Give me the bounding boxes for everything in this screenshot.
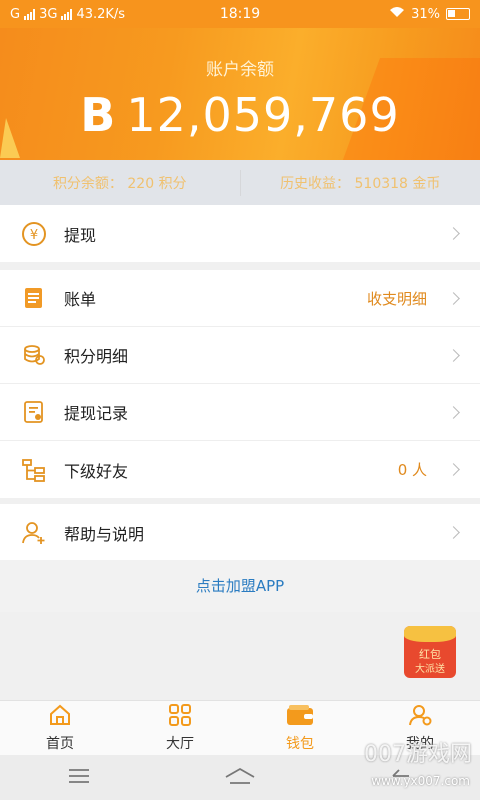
battery-percent: 31% xyxy=(411,6,440,22)
points-balance: 积分余额： 220 积分 xyxy=(0,173,240,193)
carrier-label: G xyxy=(10,6,21,22)
bill-icon xyxy=(20,284,48,312)
chevron-right-icon xyxy=(447,291,460,305)
network-speed: 43.2K/s xyxy=(76,6,126,22)
history-value: 510318 金币 xyxy=(354,175,441,192)
hierarchy-icon xyxy=(20,456,48,484)
menu-icon[interactable] xyxy=(67,768,91,788)
tab-wallet[interactable]: 钱包 xyxy=(240,701,360,755)
section-account: 账单 收支明细 积分明细 提现记录 下级好友 0 人 xyxy=(0,270,480,498)
balance-amount: B 12,059,769 xyxy=(0,88,480,142)
chevron-right-icon xyxy=(447,526,460,539)
battery-icon xyxy=(446,8,470,20)
signal-icon xyxy=(24,8,36,20)
row-label: 提现记录 xyxy=(64,404,129,423)
points-value: 220 积分 xyxy=(127,175,187,192)
home-nav-icon[interactable] xyxy=(224,767,256,789)
svg-text:¥: ¥ xyxy=(30,228,38,243)
row-label: 提现 xyxy=(64,225,97,245)
row-value: 收支明细 xyxy=(366,289,427,308)
records-icon xyxy=(20,398,48,426)
tab-label: 钱包 xyxy=(286,735,314,752)
signal-group: G 3G 43.2K/s xyxy=(10,7,200,22)
red-packet-line2: 大派送 xyxy=(415,664,445,675)
section-help: 帮助与说明 xyxy=(0,504,480,561)
row-withdraw[interactable]: ¥ 提现 xyxy=(0,205,480,262)
points-label: 积分余额： xyxy=(52,175,123,192)
balance-value: 12,059,769 xyxy=(126,88,400,142)
home-icon xyxy=(48,704,72,730)
row-label: 积分明细 xyxy=(64,347,129,366)
balance-title: 账户余额 xyxy=(206,60,274,80)
tab-label: 首页 xyxy=(46,735,74,752)
clock: 18:19 xyxy=(219,6,261,22)
grid-icon xyxy=(168,703,192,730)
chevron-right-icon xyxy=(447,348,460,362)
row-bill[interactable]: 账单 收支明细 xyxy=(0,270,480,327)
red-packet-button[interactable]: 红包 大派送 xyxy=(404,626,456,678)
row-friends[interactable]: 下级好友 0 人 xyxy=(0,441,480,498)
watermark-logo: 007游戏网 xyxy=(364,742,472,767)
row-label: 帮助与说明 xyxy=(64,524,145,544)
summary-strip: 积分余额： 220 积分 历史收益： 510318 金币 xyxy=(0,160,480,205)
add-user-icon xyxy=(20,519,48,547)
wallet-icon xyxy=(285,704,315,730)
row-label: 账单 xyxy=(64,290,97,309)
section-withdraw: ¥ 提现 xyxy=(0,205,480,262)
signal-icon-2 xyxy=(61,8,73,20)
tab-hall[interactable]: 大厅 xyxy=(120,701,240,755)
row-label: 下级好友 xyxy=(64,461,129,481)
chevron-right-icon xyxy=(447,227,460,240)
bitcoin-icon: B xyxy=(80,88,117,142)
row-withdraw-records[interactable]: 提现记录 xyxy=(0,384,480,441)
user-icon xyxy=(408,704,432,730)
red-packet-icon xyxy=(404,626,456,642)
balance-header: 账户余额 B 12,059,769 xyxy=(0,28,480,160)
tab-label: 大厅 xyxy=(166,735,194,752)
history-label: 历史收益： xyxy=(280,175,351,192)
status-bar: G 3G 43.2K/s 18:19 31% xyxy=(0,0,480,28)
wifi-icon xyxy=(389,6,405,22)
chevron-right-icon xyxy=(447,463,460,476)
join-app-link[interactable]: 点击加盟APP xyxy=(0,560,480,612)
tab-home[interactable]: 首页 xyxy=(0,701,120,755)
row-help[interactable]: 帮助与说明 xyxy=(0,504,480,561)
history-earnings: 历史收益： 510318 金币 xyxy=(241,173,480,193)
watermark-url: www.yx007.com xyxy=(371,774,470,788)
row-points-detail[interactable]: 积分明细 xyxy=(0,327,480,384)
coins-icon xyxy=(20,341,48,369)
row-value: 0 人 xyxy=(397,461,427,479)
network-type: 3G xyxy=(39,6,58,22)
yuan-coin-icon: ¥ xyxy=(20,220,48,248)
chevron-right-icon xyxy=(447,405,460,419)
status-right: 31% xyxy=(280,6,470,22)
